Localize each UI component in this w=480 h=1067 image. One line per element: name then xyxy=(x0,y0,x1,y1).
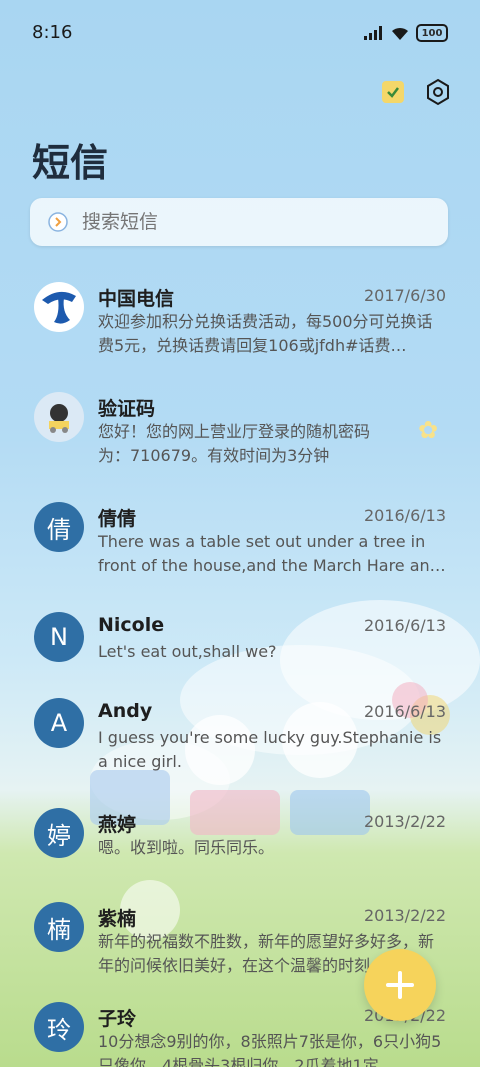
message-date: 2016/6/13 xyxy=(363,702,446,721)
contact-name: 子玲 xyxy=(98,1008,137,1030)
contact-name: 中国电信 xyxy=(98,288,175,310)
signal-icon xyxy=(364,26,382,40)
message-preview: 嗯。收到啦。同乐同乐。 xyxy=(98,838,275,857)
message-preview: There was a table set out under a tree i… xyxy=(98,532,446,575)
top-actions xyxy=(382,78,452,106)
message-date: 2017/6/30 xyxy=(363,286,446,305)
message-preview: 欢迎参加积分兑换话费活动，每500分可兑换话费5元，兑换话费请回复106或jfd… xyxy=(98,312,433,355)
check-badge-icon[interactable] xyxy=(382,81,404,103)
status-time: 8:16 xyxy=(32,22,73,43)
avatar: 楠 xyxy=(34,902,84,952)
avatar: 玲 xyxy=(34,1002,84,1052)
message-date: 2013/2/22 xyxy=(363,812,446,831)
search-input[interactable] xyxy=(80,210,424,234)
avatar: N xyxy=(34,612,84,662)
page-title: 短信 xyxy=(32,141,109,185)
cartoon-avatar-icon xyxy=(34,392,84,442)
contact-name: 验证码 xyxy=(98,398,156,420)
plus-icon xyxy=(386,971,414,999)
avatar: A xyxy=(34,698,84,748)
search-icon xyxy=(44,208,72,236)
contact-name: 倩倩 xyxy=(98,508,137,530)
message-preview: 您好！您的网上营业厅登录的随机密码为：710679。有效时间为3分钟 xyxy=(98,422,371,465)
message-date: 2016/6/13 xyxy=(363,506,446,525)
list-item[interactable]: 验证码 您好！您的网上营业厅登录的随机密码为：710679。有效时间为3分钟 xyxy=(0,380,480,490)
battery-level: 100 xyxy=(421,27,443,39)
message-date: 2013/2/22 xyxy=(363,906,446,925)
message-preview: I guess you're some lucky guy.Stephanie … xyxy=(98,728,442,771)
contact-name: 燕婷 xyxy=(98,814,137,836)
settings-icon[interactable] xyxy=(424,78,452,106)
avatar: 婷 xyxy=(34,808,84,858)
wifi-icon xyxy=(392,27,408,40)
list-item[interactable]: A Andy 2016/6/13 I guess you're some luc… xyxy=(0,686,480,796)
status-bar: 8:16 100 xyxy=(0,0,480,66)
list-item[interactable]: 倩 倩倩 2016/6/13 There was a table set out… xyxy=(0,490,480,600)
contact-name: 紫楠 xyxy=(98,908,137,930)
message-date: 2016/6/13 xyxy=(363,616,446,635)
status-icons: 100 xyxy=(364,24,448,42)
message-preview: 10分想念9别的你，8张照片7张是你，6只小狗5只像你，4根骨头3根归你，2瓜着… xyxy=(98,1032,442,1067)
battery-icon: 100 xyxy=(416,24,448,42)
avatar: 倩 xyxy=(34,502,84,552)
contact-name: Andy xyxy=(98,700,153,722)
search-bar[interactable] xyxy=(30,198,448,246)
compose-button[interactable] xyxy=(364,949,436,1021)
list-item[interactable]: 中国电信 2017/6/30 欢迎参加积分兑换话费活动，每500分可兑换话费5元… xyxy=(0,270,480,380)
china-telecom-logo-icon xyxy=(34,282,84,332)
contact-name: Nicole xyxy=(98,614,165,636)
message-preview: Let's eat out,shall we? xyxy=(98,642,277,661)
